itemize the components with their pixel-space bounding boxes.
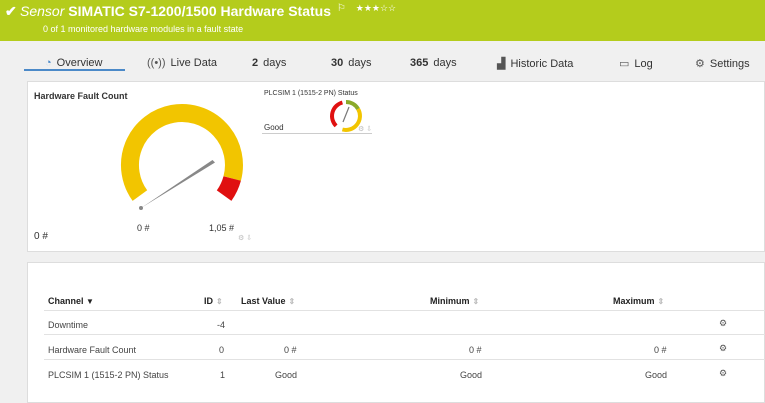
check-icon: ✔ bbox=[5, 3, 17, 19]
row-fault-count-id: 0 bbox=[219, 345, 225, 355]
col-header-maximum-label: Maximum bbox=[613, 296, 655, 306]
status-tool-icons[interactable]: ⚙ ⇩ bbox=[358, 125, 372, 133]
col-header-last-value-label: Last Value bbox=[241, 296, 286, 306]
tab-365-days[interactable]: 365 days bbox=[410, 57, 457, 69]
tab-label: days bbox=[348, 57, 372, 69]
status-needle bbox=[342, 106, 350, 123]
sensor-word: Sensor bbox=[20, 3, 65, 19]
tab-label: Live Data bbox=[170, 57, 217, 69]
gauge-max-label: 1,05 # bbox=[209, 223, 235, 233]
table-divider bbox=[44, 359, 765, 360]
gauge-hub bbox=[139, 206, 143, 210]
table-divider bbox=[44, 334, 765, 335]
log-icon: ▭ bbox=[619, 58, 630, 70]
sort-icon: ⇕ bbox=[288, 297, 296, 306]
gauge-icon: ◔ bbox=[45, 57, 52, 69]
tab-label: days bbox=[263, 57, 287, 69]
col-header-id-label: ID bbox=[204, 296, 213, 306]
status-arc-green bbox=[345, 100, 360, 111]
tab-log[interactable]: ▭ Log bbox=[619, 57, 653, 71]
tab-number: 30 bbox=[331, 57, 344, 69]
row-fault-count-last: 0 # bbox=[284, 345, 297, 355]
tab-label: Overview bbox=[56, 57, 103, 69]
col-header-minimum-label: Minimum bbox=[430, 296, 470, 306]
col-header-last-value[interactable]: Last Value ⇕ bbox=[241, 296, 295, 306]
status-arc-red bbox=[330, 100, 344, 128]
sensor-status-message: 0 of 1 monitored hardware modules in a f… bbox=[43, 24, 244, 34]
status-gauge-value: Good bbox=[264, 123, 284, 132]
tab-settings[interactable]: ⚙ Settings bbox=[695, 57, 750, 71]
active-tab-indicator bbox=[24, 69, 125, 71]
gauge-current-value: 0 # bbox=[34, 231, 48, 242]
tab-label: Log bbox=[634, 57, 653, 70]
tab-2-days[interactable]: 2 days bbox=[252, 57, 286, 69]
row-status-last: Good bbox=[275, 370, 298, 380]
tab-label: days bbox=[433, 57, 457, 69]
tab-label: Historic Data bbox=[510, 57, 574, 70]
sort-desc-icon: ▼ bbox=[86, 297, 94, 306]
status-divider bbox=[262, 133, 372, 134]
row-status-channel[interactable]: PLCSIM 1 (1515-2 PN) Status bbox=[48, 370, 169, 380]
sensor-header: ✔ Sensor SIMATIC S7-1200/1500 Hardware S… bbox=[0, 0, 765, 41]
channel-settings-icon[interactable]: ⚙ bbox=[719, 368, 727, 379]
sensor-title: Sensor SIMATIC S7-1200/1500 Hardware Sta… bbox=[20, 3, 396, 19]
status-gauge-title: PLCSIM 1 (1515-2 PN) Status bbox=[264, 90, 358, 97]
flag-icon[interactable]: ⚐ bbox=[337, 3, 346, 14]
tab-number: 365 bbox=[410, 57, 429, 69]
row-fault-count-channel[interactable]: Hardware Fault Count bbox=[48, 345, 136, 355]
sensor-name: SIMATIC S7-1200/1500 Hardware Status bbox=[68, 3, 331, 19]
col-header-channel[interactable]: Channel ▼ bbox=[48, 296, 94, 306]
col-header-minimum[interactable]: Minimum ⇕ bbox=[430, 296, 479, 306]
sort-icon: ⇕ bbox=[657, 297, 665, 306]
gear-icon: ⚙ bbox=[695, 58, 705, 70]
col-header-channel-label: Channel bbox=[48, 296, 84, 306]
row-downtime-channel[interactable]: Downtime bbox=[48, 320, 88, 330]
channel-settings-icon[interactable]: ⚙ bbox=[719, 343, 727, 354]
row-fault-count-max: 0 # bbox=[654, 345, 667, 355]
chart-icon: ▟ bbox=[497, 58, 506, 70]
gauge-value-label: 0 # bbox=[137, 223, 150, 233]
tab-historic-data[interactable]: ▟ Historic Data bbox=[497, 57, 574, 71]
row-status-max: Good bbox=[645, 370, 668, 380]
channels-panel bbox=[27, 262, 765, 403]
live-data-icon: ((•)) bbox=[147, 57, 166, 69]
gauge-arc-main bbox=[121, 104, 243, 201]
priority-stars[interactable]: ★★★☆☆ bbox=[356, 3, 396, 13]
gauges-panel: Hardware Fault Count 0 # 1,05 # 0 # ⚙ ⇩ … bbox=[27, 81, 765, 252]
tab-label: Settings bbox=[709, 57, 750, 70]
tab-30-days[interactable]: 30 days bbox=[331, 57, 372, 69]
tab-number: 2 bbox=[252, 57, 259, 69]
sort-icon: ⇕ bbox=[216, 297, 223, 306]
gauge-needle bbox=[141, 160, 215, 208]
sort-icon: ⇕ bbox=[472, 297, 480, 306]
table-divider bbox=[44, 310, 765, 311]
col-header-id[interactable]: ID ⇕ bbox=[204, 296, 223, 306]
channel-settings-icon[interactable]: ⚙ bbox=[719, 318, 727, 329]
row-fault-count-min: 0 # bbox=[469, 345, 482, 355]
row-downtime-id: -4 bbox=[217, 320, 226, 330]
tab-live-data[interactable]: ((•)) Live Data bbox=[147, 57, 217, 69]
row-status-id: 1 bbox=[220, 370, 226, 380]
gauge-tool-icons[interactable]: ⚙ ⇩ bbox=[238, 234, 252, 242]
tab-overview[interactable]: ◔ Overview bbox=[45, 57, 103, 69]
gauge-arc-alert bbox=[216, 175, 241, 201]
row-status-min: Good bbox=[460, 370, 483, 380]
col-header-maximum[interactable]: Maximum ⇕ bbox=[613, 296, 664, 306]
